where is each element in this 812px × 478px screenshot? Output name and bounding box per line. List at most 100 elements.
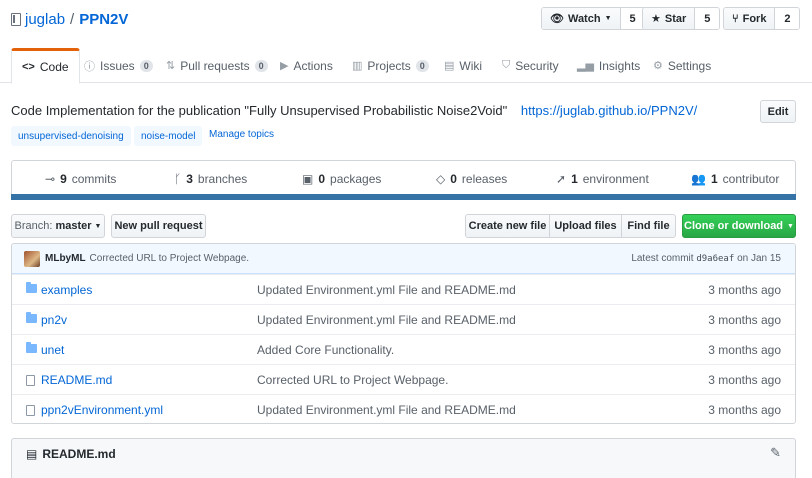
repo-title: juglab / PPN2V — [11, 9, 128, 29]
readme-title: ▤ README.md — [26, 447, 116, 461]
language-bar[interactable] — [11, 194, 796, 200]
graph-icon: ▂▅ — [577, 60, 594, 72]
tab-issues[interactable]: ⓘ Issues 0 — [84, 48, 153, 83]
file-age: 3 months ago — [708, 342, 781, 357]
file-list: MLbyML Corrected URL to Project Webpage.… — [11, 243, 796, 424]
file-name-link[interactable]: examples — [41, 283, 92, 297]
releases-count: 0 — [450, 172, 457, 186]
fork-count[interactable]: 2 — [775, 8, 800, 29]
tab-insights[interactable]: ▂▅ Insights — [577, 48, 640, 83]
file-name-link[interactable]: ppn2vEnvironment.yml — [41, 403, 163, 417]
play-icon: ▶ — [280, 60, 289, 72]
tab-issues-label: Issues — [100, 58, 135, 73]
file-commit-message-link[interactable]: Updated Environment.yml File and README.… — [257, 283, 516, 297]
folder-icon — [26, 312, 37, 323]
folder-icon — [26, 342, 37, 353]
contributors-stat[interactable]: 👥 1 contributor — [691, 172, 779, 186]
repo-homepage-link[interactable]: https://juglab.github.io/PPN2V/ — [521, 103, 697, 118]
star-count[interactable]: 5 — [695, 8, 720, 29]
tab-projects-label: Projects — [367, 58, 411, 73]
file-commit-message-link[interactable]: Added Core Functionality. — [257, 343, 394, 357]
environment-stat[interactable]: ➚ 1 environment — [556, 172, 649, 186]
tab-wiki[interactable]: ▤ Wiki — [444, 48, 482, 83]
branch-icon: ᚴ — [174, 172, 182, 186]
tab-code-label: Code — [39, 60, 69, 74]
chevron-down-icon: ▼ — [94, 222, 102, 230]
commits-stat[interactable]: ⊸ 9 commits — [45, 172, 116, 186]
tab-insights-label: Insights — [598, 58, 641, 73]
readme-panel: ▤ README.md ✎ — [11, 438, 796, 478]
fork-label: Fork — [742, 12, 767, 25]
latest-commit-info: Latest commit d9a6eaf on Jan 15 — [631, 253, 781, 264]
tab-pull-requests[interactable]: ⇅ Pull requests 0 — [166, 48, 268, 83]
branches-count: 3 — [186, 172, 193, 186]
new-pull-request-button[interactable]: New pull request — [111, 214, 206, 238]
file-commit-message-link[interactable]: Updated Environment.yml File and README.… — [257, 313, 516, 327]
edit-description-button[interactable]: Edit — [760, 100, 796, 123]
tab-projects[interactable]: ▥ Projects 0 — [352, 48, 429, 83]
fork-button[interactable]: ⑂ Fork 2 — [723, 7, 801, 30]
tab-security[interactable]: ⛉ Security — [502, 48, 559, 83]
package-icon: ▣ — [302, 172, 314, 186]
file-name-link[interactable]: README.md — [41, 373, 112, 387]
watch-button[interactable]: 👁 Watch ▼ 5 — [541, 7, 646, 30]
branch-select-button[interactable]: Branch: master ▼ — [11, 214, 105, 238]
file-age: 3 months ago — [708, 282, 781, 297]
repo-name-link[interactable]: PPN2V — [79, 11, 128, 28]
branch-prefix: Branch: — [14, 220, 53, 232]
readme-title-text: README.md — [42, 447, 116, 461]
tab-pull-requests-label: Pull requests — [180, 58, 250, 73]
tab-security-label: Security — [515, 58, 559, 73]
rocket-icon: ➚ — [556, 172, 567, 186]
topic-tag[interactable]: noise-model — [134, 126, 203, 146]
star-icon: ★ — [651, 13, 661, 25]
topic-tag[interactable]: unsupervised-denoising — [11, 126, 131, 146]
repo-description-text: Code Implementation for the publication … — [11, 103, 508, 118]
commit-sha-link[interactable]: d9a6eaf — [696, 254, 734, 264]
repo-book-icon — [11, 12, 21, 26]
releases-label: releases — [461, 172, 508, 186]
repo-separator: / — [70, 10, 75, 28]
chevron-down-icon: ▼ — [604, 15, 612, 22]
tab-wiki-label: Wiki — [459, 58, 483, 73]
tab-code[interactable]: <> Code — [11, 48, 80, 84]
upload-files-button[interactable]: Upload files — [549, 214, 622, 238]
packages-stat[interactable]: ▣ 0 packages — [302, 172, 381, 186]
book-icon: ▤ — [444, 60, 455, 72]
tab-actions[interactable]: ▶ Actions — [280, 48, 333, 83]
contributors-label: contributor — [722, 172, 780, 186]
eye-icon: 👁 — [550, 13, 564, 25]
create-new-file-button[interactable]: Create new file — [465, 214, 550, 238]
people-icon: 👥 — [691, 172, 706, 186]
commit-author-link[interactable]: MLbyML — [45, 253, 86, 264]
star-button[interactable]: ★ Star 5 — [642, 7, 721, 30]
clone-or-download-button[interactable]: Clone or download ▼ — [682, 214, 796, 238]
file-commit-message-link[interactable]: Updated Environment.yml File and README.… — [257, 403, 516, 417]
commits-label: commits — [71, 172, 117, 186]
file-name-link[interactable]: unet — [41, 343, 64, 357]
pencil-icon[interactable]: ✎ — [770, 445, 781, 461]
find-file-button[interactable]: Find file — [621, 214, 676, 238]
file-age: 3 months ago — [708, 402, 781, 417]
file-icon — [26, 375, 35, 386]
table-row: README.md Corrected URL to Project Webpa… — [12, 364, 795, 394]
file-name-link[interactable]: pn2v — [41, 313, 67, 327]
commits-count: 9 — [60, 172, 67, 186]
clone-label: Clone or download — [684, 220, 784, 232]
packages-count: 0 — [318, 172, 326, 186]
repo-description: Code Implementation for the publication … — [11, 103, 697, 118]
file-icon — [26, 405, 35, 416]
branches-label: branches — [197, 172, 248, 186]
releases-stat[interactable]: ◇ 0 releases — [436, 172, 507, 186]
commit-message-link[interactable]: Corrected URL to Project Webpage. — [90, 253, 250, 264]
branches-stat[interactable]: ᚴ 3 branches — [174, 172, 247, 186]
file-commit-message-link[interactable]: Corrected URL to Project Webpage. — [257, 373, 448, 387]
packages-label: packages — [330, 172, 382, 186]
tab-settings[interactable]: ⚙ Settings — [653, 48, 711, 83]
watch-count[interactable]: 5 — [620, 8, 645, 29]
issue-icon: ⓘ — [84, 60, 95, 73]
repo-owner-link[interactable]: juglab — [25, 11, 65, 28]
environment-label: environment — [582, 172, 649, 186]
manage-topics-link[interactable]: Manage topics — [209, 129, 274, 140]
avatar[interactable] — [24, 250, 40, 267]
